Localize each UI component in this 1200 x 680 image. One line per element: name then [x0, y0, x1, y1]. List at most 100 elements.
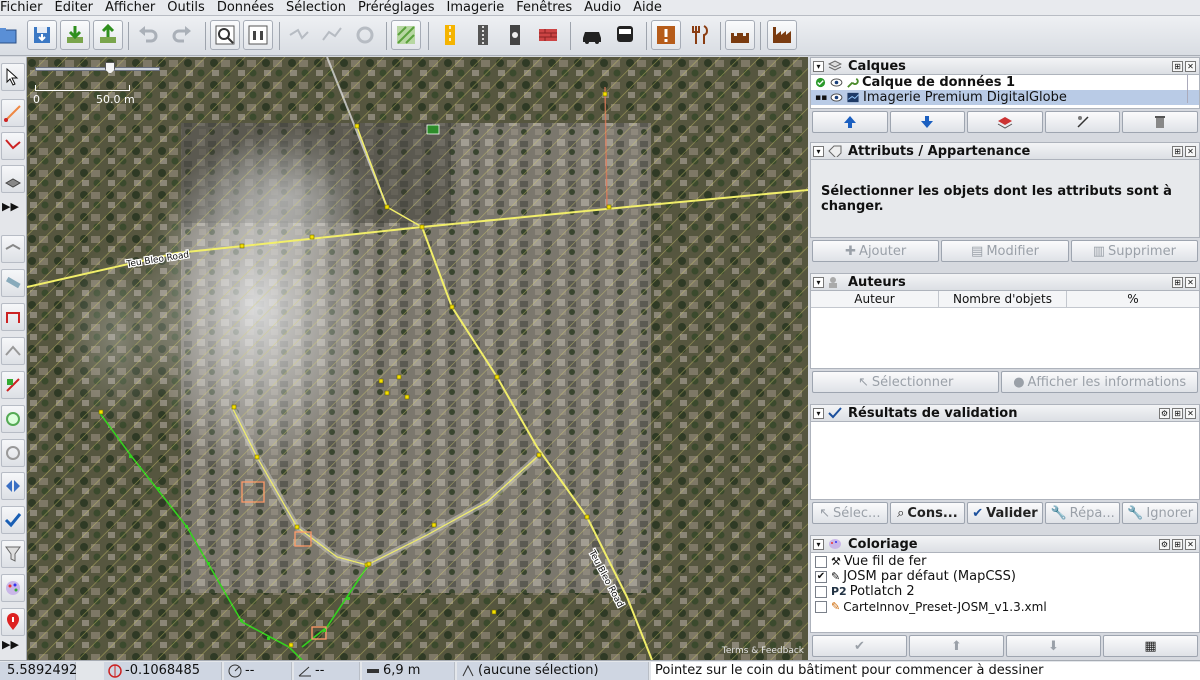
style-checkbox[interactable]: ✔ — [815, 570, 827, 583]
road-pattern-icon[interactable] — [435, 20, 465, 50]
split-tool-icon[interactable] — [1, 303, 25, 331]
castle-icon[interactable] — [725, 20, 755, 50]
delete-tag-button[interactable]: ▥ Supprimer — [1070, 240, 1198, 262]
filter-icon[interactable] — [1, 540, 25, 568]
collapse-toggle-icon[interactable]: ▾ — [813, 276, 824, 288]
refresh-icon[interactable] — [350, 20, 380, 50]
zoom-slider[interactable] — [35, 67, 160, 71]
detach-panel-icon[interactable]: ⊞ — [1172, 60, 1183, 72]
layer-opacity-button[interactable] — [1044, 111, 1121, 133]
menu-audio[interactable]: Audio — [578, 0, 627, 16]
save-icon[interactable] — [27, 20, 57, 50]
column-author[interactable]: Auteur — [811, 291, 939, 307]
eye-icon[interactable] — [830, 93, 843, 102]
bus-icon[interactable] — [610, 20, 640, 50]
warning-icon[interactable] — [651, 20, 681, 50]
detach-panel-icon[interactable]: ⊞ — [1172, 407, 1183, 419]
move-layer-down-button[interactable] — [889, 111, 966, 133]
validation-panel-header[interactable]: ▾ Résultats de validation ⚙ ⊞ ✕ — [810, 404, 1200, 422]
attributes-panel-header[interactable]: ▾ Attributs / Appartenance ⊞ ✕ — [810, 142, 1200, 160]
wall-icon[interactable] — [533, 20, 563, 50]
style-checkbox[interactable] — [815, 585, 827, 598]
layers-panel-header[interactable]: ▾ Calques ⊞ ✕ — [810, 57, 1200, 75]
car-icon[interactable] — [577, 20, 607, 50]
layer-row-imagery[interactable]: ▪▪ Imagerie Premium DigitalGlobe — [811, 75, 1199, 105]
railway-icon[interactable] — [468, 20, 498, 50]
traffic-light-icon[interactable] — [500, 20, 530, 50]
more-tools-bottom-icon[interactable]: ▶▶ — [2, 638, 19, 651]
fix-issue-button[interactable]: 🔧 Répa... — [1044, 502, 1121, 524]
eye-icon[interactable] — [830, 78, 843, 87]
activate-layer-button[interactable] — [967, 111, 1043, 133]
palette-icon[interactable] — [1, 574, 25, 602]
align-circle-icon[interactable] — [1, 235, 25, 263]
more-tools-icon[interactable]: ▶▶ — [2, 200, 19, 213]
zoom-slider-knob[interactable] — [105, 62, 115, 74]
factory-icon[interactable] — [767, 20, 797, 50]
map-styles-panel-header[interactable]: ▾ Coloriage ⚙ ⊞ ✕ — [810, 535, 1200, 553]
style-item[interactable]: ✔ ✎ JOSM par défaut (MapCSS) — [811, 569, 1199, 584]
map-paint-icon[interactable] — [391, 20, 421, 50]
style-item[interactable]: P2 Potlatch 2 — [811, 584, 1199, 599]
collapse-toggle-icon[interactable]: ▾ — [813, 407, 824, 419]
ignore-issue-button[interactable]: 🔧 Ignorer — [1122, 502, 1198, 524]
style-menu-button[interactable]: ▦ — [1103, 635, 1198, 657]
add-tag-button[interactable]: ✚ Ajouter — [812, 240, 940, 262]
edit-tag-button[interactable]: ▤ Modifier — [941, 240, 1069, 262]
combine-way-icon[interactable] — [317, 20, 347, 50]
preferences-icon[interactable]: ⚙ — [1159, 538, 1170, 550]
map-marker-icon[interactable] — [1, 608, 25, 636]
close-panel-icon[interactable]: ✕ — [1185, 276, 1196, 288]
menu-outils[interactable]: Outils — [161, 0, 211, 16]
open-file-icon[interactable] — [0, 20, 22, 50]
validate-button[interactable]: ✔ Valider — [967, 502, 1043, 524]
ruler-icon[interactable] — [1, 269, 25, 297]
rotate-tool-icon[interactable] — [1, 405, 25, 433]
activate-style-button[interactable]: ✔ — [812, 635, 907, 657]
menu-imagerie[interactable]: Imagerie — [441, 0, 511, 16]
column-percent[interactable]: % — [1067, 291, 1199, 307]
menu-selection[interactable]: Sélection — [280, 0, 352, 16]
close-panel-icon[interactable]: ✕ — [1185, 407, 1196, 419]
authors-panel-header[interactable]: ▾ Auteurs ⊞ ✕ — [810, 273, 1200, 291]
move-style-down-button[interactable]: ⬇ — [1006, 635, 1101, 657]
zoom-to-data-icon[interactable] — [210, 20, 240, 50]
collapse-toggle-icon[interactable]: ▾ — [813, 60, 824, 72]
close-panel-icon[interactable]: ✕ — [1185, 145, 1196, 157]
building-tool-icon[interactable] — [1, 165, 25, 193]
menu-donnees[interactable]: Données — [211, 0, 280, 16]
redo-icon[interactable] — [167, 20, 197, 50]
style-item[interactable]: ✎ CarteInnov_Preset-JOSM_v1.3.xml — [811, 599, 1199, 614]
menu-prereglages[interactable]: Préréglages — [352, 0, 441, 16]
restaurant-icon[interactable] — [685, 20, 715, 50]
menu-aide[interactable]: Aide — [627, 0, 668, 16]
close-panel-icon[interactable]: ✕ — [1185, 60, 1196, 72]
download-icon[interactable] — [60, 20, 90, 50]
menu-fenetres[interactable]: Fenêtres — [510, 0, 578, 16]
delete-layer-button[interactable] — [1122, 111, 1198, 133]
detach-panel-icon[interactable]: ⊞ — [1172, 276, 1183, 288]
orthogonalize-icon[interactable] — [1, 371, 25, 399]
style-checkbox[interactable] — [815, 600, 827, 613]
menu-editer[interactable]: Éditer — [49, 0, 100, 16]
validation-check-icon[interactable] — [1, 506, 25, 534]
mirror-icon[interactable] — [1, 472, 25, 500]
map-canvas[interactable]: Teu Bleo Road Teu Bleo Road — [27, 57, 808, 660]
layers-scrollbar[interactable] — [1187, 75, 1199, 103]
detach-panel-icon[interactable]: ⊞ — [1172, 538, 1183, 550]
menu-afficher[interactable]: Afficher — [99, 0, 161, 16]
author-info-button[interactable]: ● Afficher les informations — [1001, 371, 1198, 393]
select-mode-icon[interactable] — [1, 63, 25, 91]
draw-way-icon[interactable] — [1, 132, 25, 160]
preferences-icon[interactable] — [243, 20, 273, 50]
layer-row-data[interactable]: Calque de données 1 — [811, 75, 1199, 90]
move-style-up-button[interactable]: ⬆ — [909, 635, 1004, 657]
detach-panel-icon[interactable]: ⊞ — [1172, 145, 1183, 157]
zoom-issue-button[interactable]: ⌕ Cons... — [889, 502, 966, 524]
split-way-icon[interactable] — [284, 20, 314, 50]
select-issue-button[interactable]: ↖ Sélec... — [812, 502, 888, 524]
undo-icon[interactable] — [133, 20, 163, 50]
imagery-attribution[interactable]: Terms & Feedback — [722, 646, 804, 656]
map-view[interactable]: Teu Bleo Road Teu Bleo Road 0 50.0 m Ter… — [27, 57, 808, 660]
close-panel-icon[interactable]: ✕ — [1185, 538, 1196, 550]
